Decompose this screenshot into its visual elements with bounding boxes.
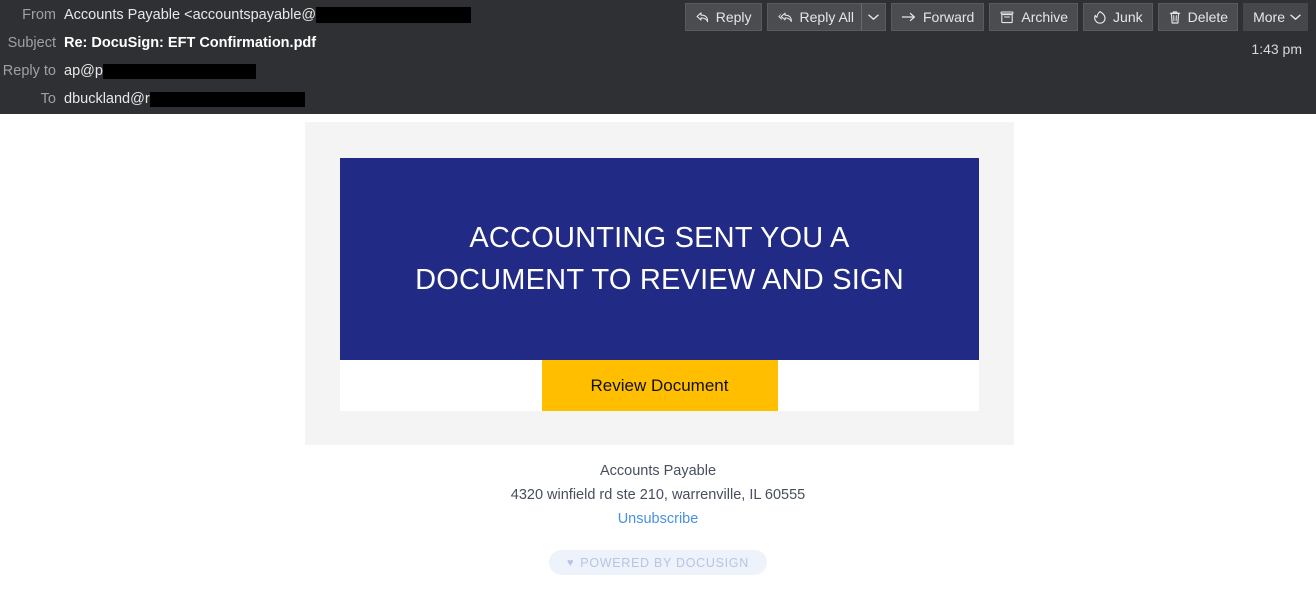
delete-label: Delete [1187, 9, 1229, 25]
message-header: From Accounts Payable <accountspayable@ … [0, 0, 1316, 114]
reply-all-label: Reply All [799, 9, 854, 25]
email-footer: Accounts Payable 4320 winfield rd ste 21… [0, 459, 1316, 575]
forward-label: Forward [923, 9, 975, 25]
reply-to-redaction-bar [102, 63, 256, 79]
subject-label: Subject [7, 35, 56, 51]
message-timestamp: 1:43 pm [1251, 41, 1302, 57]
junk-button[interactable]: Junk [1083, 3, 1153, 31]
reply-to-value: ap@p [64, 63, 256, 79]
chevron-down-icon [1290, 13, 1301, 21]
junk-label: Junk [1113, 9, 1143, 25]
archive-button[interactable]: Archive [989, 3, 1079, 31]
trash-icon [1168, 10, 1182, 25]
footer-sender-name: Accounts Payable [599, 463, 717, 479]
subject-value: Re: DocuSign: EFT Confirmation.pdf [64, 35, 317, 51]
forward-button[interactable]: Forward [891, 3, 985, 31]
powered-by-docusign-badge[interactable]: ♥ POWERED BY DOCUSIGN [549, 550, 767, 575]
email-body: ACCOUNTING SENT YOU A DOCUMENT TO REVIEW… [0, 114, 1316, 600]
archive-box-icon [999, 10, 1015, 25]
reply-to-address-text: ap@p [64, 63, 103, 79]
more-label: More [1253, 9, 1285, 25]
more-button[interactable]: More [1243, 3, 1308, 31]
reply-icon [695, 10, 710, 25]
from-address-text: Accounts Payable <accountspayable@ [64, 7, 317, 23]
banner-line-2: DOCUMENT TO REVIEW AND SIGN [415, 264, 904, 296]
banner-heading: ACCOUNTING SENT YOU A DOCUMENT TO REVIEW… [415, 217, 904, 301]
email-card: ACCOUNTING SENT YOU A DOCUMENT TO REVIEW… [305, 122, 1014, 445]
reply-all-split-button: Reply All [766, 3, 886, 31]
to-redaction-bar [149, 91, 305, 107]
reply-all-button[interactable]: Reply All [766, 3, 862, 31]
header-field-from: From Accounts Payable <accountspayable@ [0, 2, 760, 28]
header-field-reply-to: Reply to ap@p [0, 58, 760, 84]
reply-all-dropdown-button[interactable] [862, 3, 886, 31]
header-fields: From Accounts Payable <accountspayable@ … [0, 0, 760, 112]
junk-flame-icon [1093, 10, 1107, 25]
to-address-text: dbuckland@r [64, 91, 150, 107]
powered-by-label: POWERED BY DOCUSIGN [580, 555, 749, 570]
email-banner: ACCOUNTING SENT YOU A DOCUMENT TO REVIEW… [340, 158, 979, 360]
footer-address: 4320 winfield rd ste 210, warrenville, I… [510, 487, 806, 503]
message-toolbar: Reply Reply All Forward Archive Junk Del… [684, 3, 1308, 31]
reply-to-label: Reply to [2, 63, 56, 79]
from-value: Accounts Payable <accountspayable@ [64, 7, 472, 23]
unsubscribe-link[interactable]: Unsubscribe [618, 511, 699, 527]
cta-strip: Review Document [340, 360, 979, 411]
delete-button[interactable]: Delete [1157, 3, 1239, 31]
banner-line-1: ACCOUNTING SENT YOU A [469, 222, 850, 254]
to-label: To [40, 91, 56, 107]
reply-label: Reply [715, 9, 752, 25]
review-document-button[interactable]: Review Document [541, 360, 778, 411]
forward-arrow-icon [901, 10, 917, 24]
reply-all-icon [777, 10, 794, 25]
archive-label: Archive [1021, 9, 1069, 25]
from-label: From [22, 7, 56, 23]
chevron-down-icon [868, 13, 879, 21]
header-field-subject: Subject Re: DocuSign: EFT Confirmation.p… [0, 30, 760, 56]
to-value: dbuckland@r [64, 91, 305, 107]
from-redaction-bar [316, 7, 472, 23]
reply-button[interactable]: Reply [684, 3, 762, 31]
header-field-to: To dbuckland@r [0, 86, 760, 112]
heart-icon: ♥ [567, 556, 575, 569]
